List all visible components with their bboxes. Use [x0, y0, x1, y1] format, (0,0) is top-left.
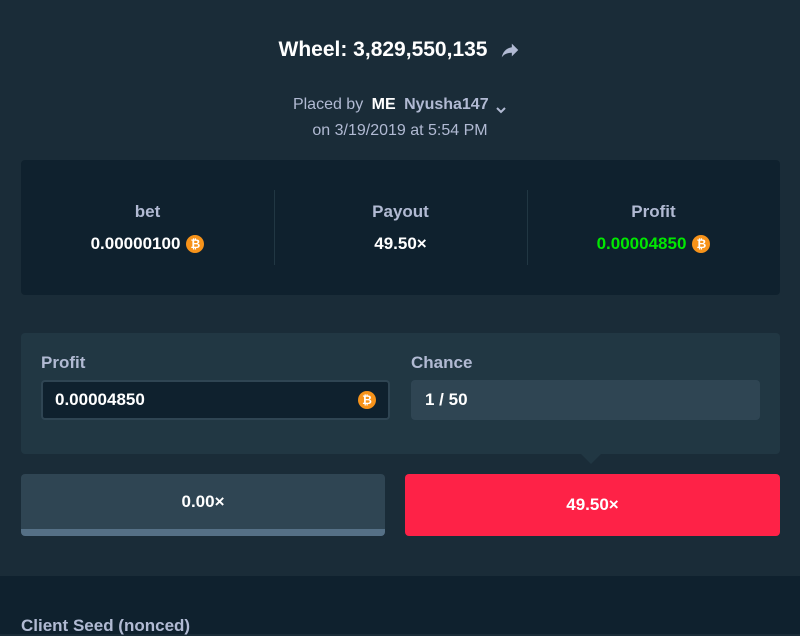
bitcoin-icon: ₿ — [692, 234, 711, 253]
chance-field-label: Chance — [411, 353, 473, 372]
bet-date: on 3/19/2019 at 5:54 PM — [312, 122, 488, 139]
placed-by-prefix: Placed by — [292, 96, 364, 113]
chance-field[interactable]: 1 / 50 — [411, 380, 760, 420]
stat-bet-value: 0.00000100 — [90, 233, 181, 253]
stat-profit: Profit 0.00004850 ₿ — [527, 160, 780, 295]
stat-payout: Payout 49.50× — [274, 160, 527, 295]
profit-chance-panel: Profit Chance 0.00004850 ₿ 1 / 50 — [21, 333, 780, 454]
stat-bet: bet 0.00000100 ₿ — [21, 160, 274, 295]
chevron-down-icon[interactable] — [495, 99, 507, 114]
stat-profit-value: 0.00004850 — [596, 233, 687, 253]
segment-hit-multiplier[interactable]: 49.50× — [405, 474, 780, 536]
profit-field-value: 0.00004850 — [55, 390, 145, 409]
bitcoin-icon: ₿ — [186, 234, 205, 253]
segment-pointer — [581, 454, 601, 464]
me-tag: ME — [371, 96, 396, 113]
bet-title-text: Wheel: 3,829,550,135 — [278, 38, 488, 61]
stat-bet-value-row: 0.00000100 ₿ — [91, 234, 205, 254]
stat-profit-value-row: 0.00004850 ₿ — [597, 234, 711, 254]
fairness-section: Client Seed (nonced) — [0, 576, 800, 635]
stat-payout-value-row: 49.50× — [374, 234, 426, 254]
placed-by-info: Placed by ME Nyusha147 on 3/19/2019 at 5… — [0, 92, 800, 144]
share-arrow-icon[interactable] — [499, 39, 521, 61]
bet-title: Wheel: 3,829,550,135 — [0, 38, 800, 62]
profit-field[interactable]: 0.00004850 ₿ — [41, 380, 390, 420]
stat-bet-label: bet — [134, 201, 161, 221]
bet-stats-panel: bet 0.00000100 ₿ Payout 49.50× Profit 0.… — [21, 160, 780, 295]
segment-zero-label: 0.00× — [181, 491, 225, 511]
segment-hit-label: 49.50× — [566, 495, 619, 514]
segment-zero-multiplier[interactable]: 0.00× — [21, 474, 385, 536]
chance-field-value: 1 / 50 — [425, 390, 468, 409]
bitcoin-icon: ₿ — [358, 391, 376, 409]
stat-payout-label: Payout — [372, 201, 429, 221]
profit-field-label: Profit — [41, 353, 86, 372]
client-seed-label: Client Seed (nonced) — [21, 616, 191, 635]
username-link[interactable]: Nyusha147 — [404, 96, 489, 113]
bet-details-modal: Wheel: 3,829,550,135 Placed by ME Nyusha… — [0, 0, 800, 635]
stat-payout-value: 49.50× — [374, 233, 427, 253]
stat-profit-label: Profit — [631, 201, 676, 221]
